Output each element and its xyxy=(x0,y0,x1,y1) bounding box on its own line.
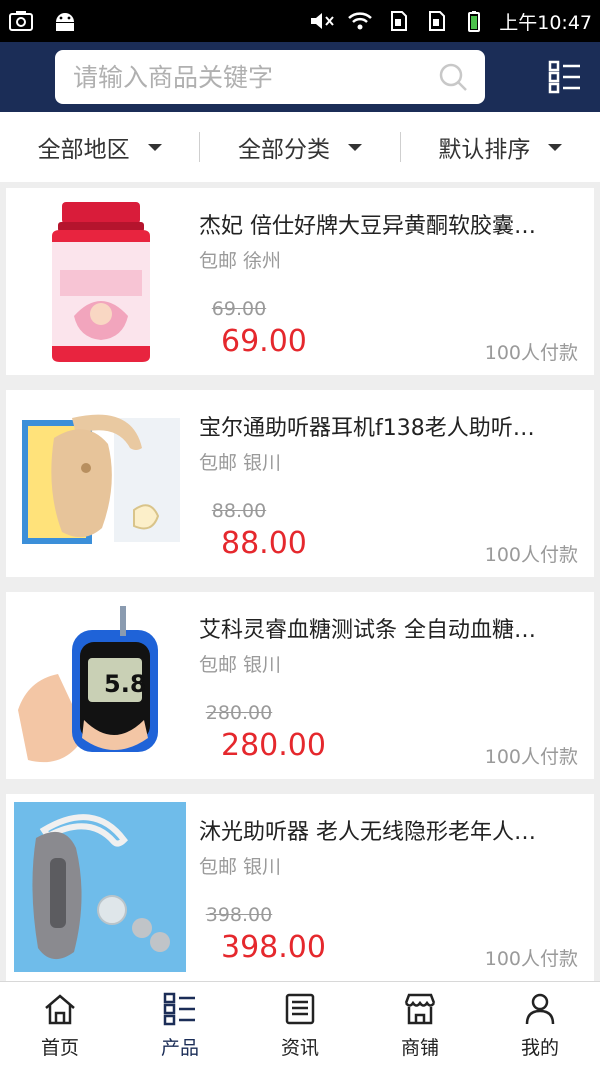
product-title[interactable]: 沐光助听器 老人无线隐形老年人… xyxy=(199,814,584,846)
shipping-label: 包邮 xyxy=(199,856,238,878)
product-location: 银川 xyxy=(243,654,282,676)
product-title[interactable]: 艾科灵睿血糖测试条 全自动血糖… xyxy=(199,612,584,644)
screenshot-icon xyxy=(9,11,33,31)
product-price: 88.00 xyxy=(221,526,307,561)
hearing-aid-image xyxy=(14,398,186,568)
glucose-meter-image: 5.8 xyxy=(14,600,186,770)
original-price: 88.00 xyxy=(211,500,267,522)
tab-home-label: 首页 xyxy=(40,1036,79,1059)
header xyxy=(0,42,600,112)
product-title[interactable]: 宝尔通助听器耳机f138老人助听… xyxy=(199,410,584,442)
category-menu-icon[interactable] xyxy=(548,60,582,94)
shop-icon xyxy=(404,993,436,1024)
product-location: 徐州 xyxy=(243,250,282,272)
news-icon xyxy=(285,993,315,1024)
hearing-aid-image xyxy=(14,802,186,972)
android-icon xyxy=(56,13,74,31)
wifi-icon xyxy=(348,12,373,30)
sold-count: 100人付款 xyxy=(484,342,578,364)
product-card[interactable]: 杰妃 倍仕好牌大豆异黄酮软胶囊… 包邮 徐州 69.00 69.00 100人付款 xyxy=(6,188,594,375)
chevron-down-icon xyxy=(347,143,362,151)
tab-news-label: 资讯 xyxy=(280,1036,319,1059)
product-price: 280.00 xyxy=(221,728,326,763)
sold-count: 100人付款 xyxy=(484,746,578,768)
tab-shops[interactable]: 商铺 xyxy=(360,982,480,1067)
product-title[interactable]: 杰妃 倍仕好牌大豆异黄酮软胶囊… xyxy=(199,208,584,240)
product-shipping: 包邮 银川 xyxy=(199,650,281,677)
filter-category-label: 全部分类 xyxy=(237,137,330,163)
search-icon[interactable] xyxy=(437,61,469,93)
product-price: 398.00 xyxy=(221,930,326,965)
sim-card-icon xyxy=(391,11,408,31)
filter-bar: 全部地区 全部分类 默认排序 xyxy=(0,112,600,182)
tab-products-label: 产品 xyxy=(160,1036,199,1059)
battery-icon xyxy=(468,11,481,32)
shipping-label: 包邮 xyxy=(199,250,238,272)
product-shipping: 包邮 银川 xyxy=(199,448,281,475)
tab-profile[interactable]: 我的 xyxy=(480,982,600,1067)
filter-category[interactable]: 全部分类 xyxy=(200,112,399,182)
product-price: 69.00 xyxy=(221,324,307,359)
bottom-tab-bar: 首页 产品 资讯 商铺 我的 xyxy=(0,981,600,1067)
shipping-label: 包邮 xyxy=(199,452,238,474)
product-card[interactable]: 宝尔通助听器耳机f138老人助听… 包邮 银川 88.00 88.00 100人付… xyxy=(6,390,594,577)
filter-region[interactable]: 全部地区 xyxy=(0,112,199,182)
tab-products[interactable]: 产品 xyxy=(120,982,240,1067)
product-location: 银川 xyxy=(243,856,282,878)
search-box xyxy=(55,50,485,104)
tab-news[interactable]: 资讯 xyxy=(240,982,360,1067)
mute-icon xyxy=(311,13,334,29)
status-bar: 上午10:47 xyxy=(0,0,600,42)
sim-card-icon xyxy=(429,11,446,31)
product-card[interactable]: 沐光助听器 老人无线隐形老年人… 包邮 银川 398.00 398.00 100人… xyxy=(6,794,594,981)
home-icon xyxy=(45,993,75,1024)
status-time: 上午10:47 xyxy=(499,11,592,34)
supplement-bottle-image xyxy=(14,196,186,366)
product-card[interactable]: 5.8 艾科灵睿血糖测试条 全自动血糖… 包邮 银川 280.00 280.00 … xyxy=(6,592,594,779)
product-location: 银川 xyxy=(243,452,282,474)
original-price: 398.00 xyxy=(205,904,273,926)
shipping-label: 包邮 xyxy=(199,654,238,676)
original-price: 280.00 xyxy=(205,702,273,724)
tab-profile-label: 我的 xyxy=(520,1036,559,1059)
filter-sort-label: 默认排序 xyxy=(438,137,531,163)
svg-text:5.8: 5.8 xyxy=(104,670,147,698)
chevron-down-icon xyxy=(548,143,563,151)
tab-shops-label: 商铺 xyxy=(400,1036,439,1059)
search-input[interactable] xyxy=(55,50,435,104)
product-shipping: 包邮 徐州 xyxy=(199,246,281,273)
chevron-down-icon xyxy=(147,143,162,151)
original-price: 69.00 xyxy=(211,298,267,320)
filter-sort[interactable]: 默认排序 xyxy=(401,112,600,182)
user-icon xyxy=(525,993,555,1024)
tab-home[interactable]: 首页 xyxy=(0,982,120,1067)
sold-count: 100人付款 xyxy=(484,544,578,566)
filter-region-label: 全部地区 xyxy=(37,137,130,163)
sold-count: 100人付款 xyxy=(484,948,578,970)
product-list-icon xyxy=(163,992,195,1025)
product-shipping: 包邮 银川 xyxy=(199,852,281,879)
